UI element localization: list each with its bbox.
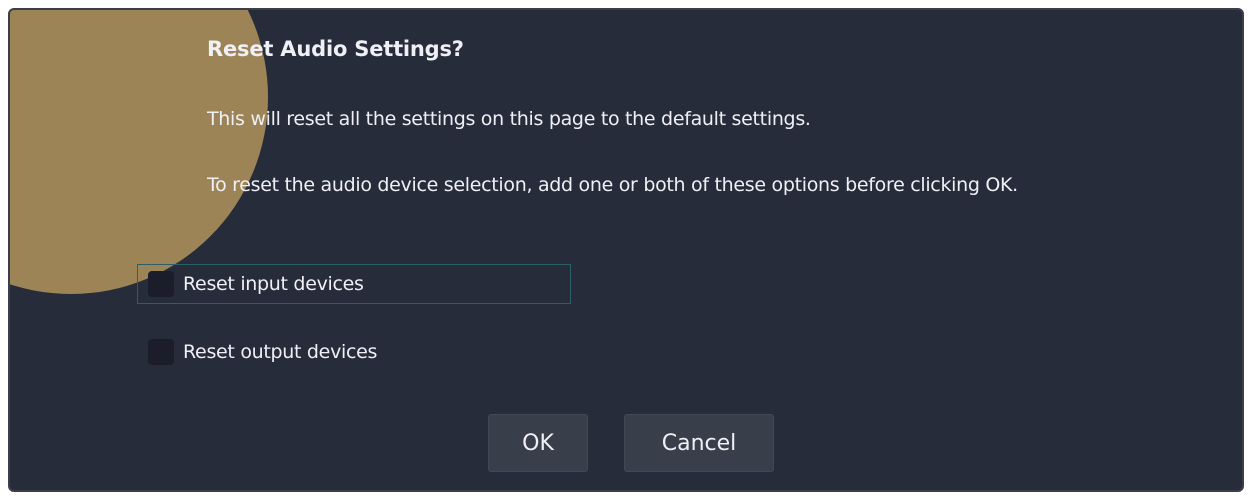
ok-button[interactable]: OK (488, 414, 588, 472)
dialog-title: Reset Audio Settings? (207, 37, 464, 61)
reset-input-devices-label: Reset input devices (183, 273, 364, 295)
reset-input-devices-checkbox[interactable] (148, 271, 174, 297)
cancel-button[interactable]: Cancel (624, 414, 774, 472)
question-mark-glyph: ? (10, 10, 38, 110)
dialog-message-line1: This will reset all the settings on this… (207, 108, 811, 130)
reset-input-devices-option[interactable]: Reset input devices (137, 264, 571, 304)
reset-audio-dialog: ? Reset Audio Settings? This will reset … (8, 8, 1244, 492)
reset-output-devices-checkbox[interactable] (148, 339, 174, 365)
dialog-message-line2: To reset the audio device selection, add… (207, 174, 1018, 196)
reset-output-devices-option[interactable]: Reset output devices (137, 332, 571, 372)
reset-output-devices-label: Reset output devices (183, 341, 378, 363)
